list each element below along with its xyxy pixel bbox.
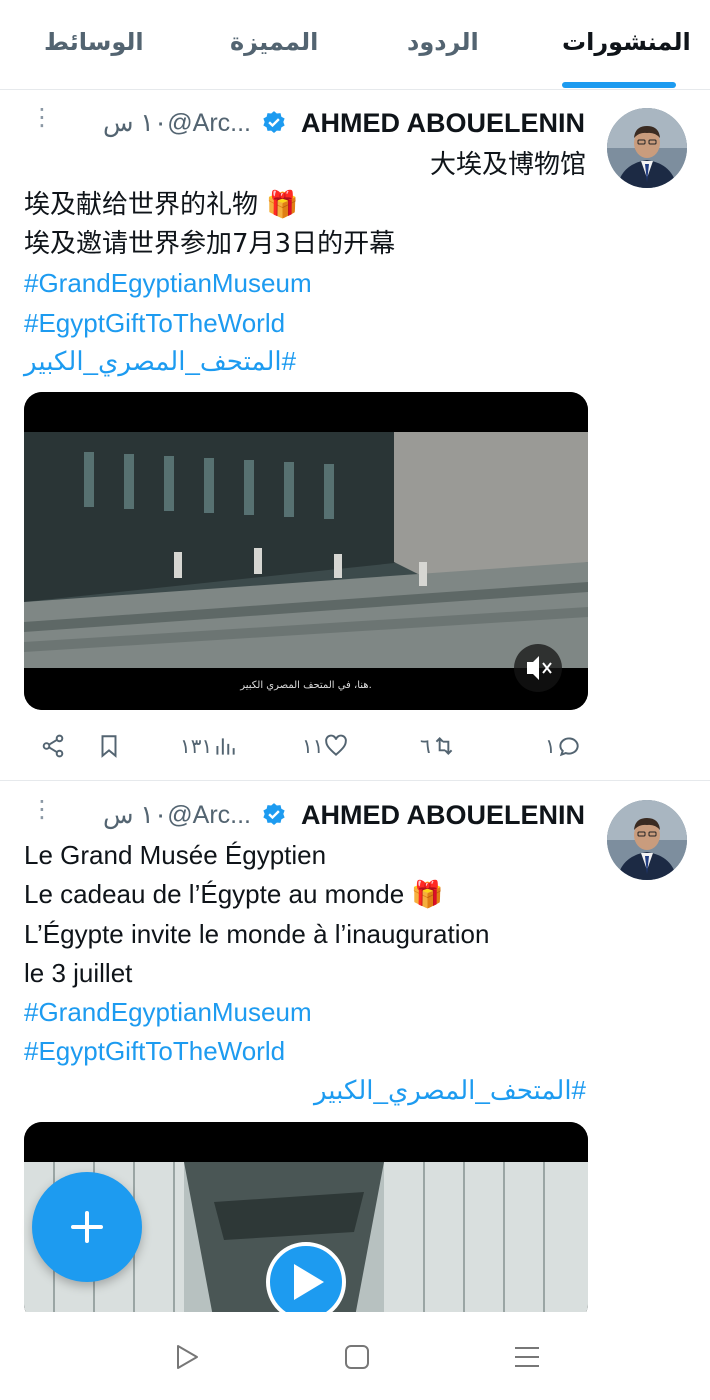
like-button[interactable]: ١١ <box>302 726 349 766</box>
more-options-icon[interactable]: ⋮ <box>30 105 54 142</box>
tweet-text-line: Le cadeau de l’Égypte au monde 🎁 <box>24 879 444 909</box>
tab-posts[interactable]: المنشورات <box>562 28 691 56</box>
video-player[interactable]: هنا، في المتحف المصري الكبير. <box>24 392 588 710</box>
tab-highlights[interactable]: المميزة <box>230 28 318 56</box>
author-name[interactable]: AHMED ABOUELENIN <box>301 800 585 831</box>
tweet-header: AHMED ABOUELENIN @Arc... ١٠ س <box>95 106 585 140</box>
retweet-count: ٦ <box>420 734 431 758</box>
bookmark-icon <box>101 735 117 758</box>
tweet-header: AHMED ABOUELENIN @Arc... ١٠ س <box>95 798 585 832</box>
tab-media[interactable]: الوسائط <box>44 28 144 56</box>
home-square-icon[interactable] <box>342 1342 372 1372</box>
plus-icon <box>71 1211 103 1243</box>
like-count: ١١ <box>302 734 324 758</box>
reply-count: ١ <box>545 734 556 758</box>
avatar[interactable] <box>607 800 687 880</box>
tweet-time: ١٠ س <box>102 109 168 137</box>
more-options-icon[interactable]: ⋮ <box>30 797 54 834</box>
hashtag-link[interactable]: #GrandEgyptianMuseum <box>24 266 312 300</box>
author-name[interactable]: AHMED ABOUELENIN <box>301 108 585 139</box>
tweet[interactable]: AHMED ABOUELENIN @Arc... ١٠ س ⋮ 大埃及博物馆 埃… <box>0 90 710 780</box>
verified-badge-icon <box>263 111 285 133</box>
author-handle[interactable]: @Arc... <box>167 801 251 830</box>
tab-replies[interactable]: الردود <box>407 28 479 56</box>
hashtag-link[interactable]: #EgyptGiftToTheWorld <box>24 1034 285 1068</box>
heart-icon <box>325 734 348 756</box>
share-button[interactable] <box>40 726 66 766</box>
bookmark-button[interactable] <box>96 726 122 766</box>
tweet-actions: ١ ٦ ١١ ١٣١ <box>0 726 710 766</box>
views-button[interactable]: ١٣١ <box>180 726 238 766</box>
hashtag-link[interactable]: #المتحف_المصري_الكبير <box>24 344 296 378</box>
reply-button[interactable]: ١ <box>545 726 582 766</box>
recents-lines-icon[interactable] <box>512 1342 542 1372</box>
tweet-text-line: Le Grand Musée Égyptien <box>24 840 327 870</box>
tweet-text-line: le 3 juillet <box>24 958 133 988</box>
tweet-time: ١٠ س <box>102 801 168 829</box>
reply-icon <box>559 737 579 757</box>
tweet-divider <box>0 780 710 781</box>
bar-chart-icon <box>216 738 235 755</box>
tweet-text-line: 埃及献给世界的礼物 🎁 <box>24 190 299 220</box>
hashtag-link[interactable]: #المتحف_المصري_الكبير <box>314 1073 586 1107</box>
back-triangle-icon[interactable] <box>172 1342 202 1372</box>
tweet-text-line: 埃及邀请世界参加7月3日的开幕 <box>24 229 396 259</box>
system-nav-bar <box>0 1312 710 1400</box>
author-handle[interactable]: @Arc... <box>167 109 251 138</box>
views-count: ١٣١ <box>180 734 213 758</box>
hashtag-link[interactable]: #EgyptGiftToTheWorld <box>24 306 285 340</box>
tweet-text-line: L’Égypte invite le monde à l’inauguratio… <box>24 919 490 949</box>
share-icon <box>42 734 64 758</box>
compose-button[interactable] <box>32 1172 142 1282</box>
avatar[interactable] <box>607 108 687 188</box>
museum-video-frame <box>24 392 588 710</box>
retweet-button[interactable]: ٦ <box>420 726 457 766</box>
hashtag-link[interactable]: #GrandEgyptianMuseum <box>24 995 312 1029</box>
retweet-icon <box>435 737 453 755</box>
video-caption: هنا، في المتحف المصري الكبير. <box>240 680 372 691</box>
active-tab-indicator <box>562 82 676 88</box>
verified-badge-icon <box>263 803 285 825</box>
tweet-text-line: 大埃及博物馆 <box>429 150 586 180</box>
profile-tabs: المنشورات الردود المميزة الوسائط <box>0 0 710 90</box>
